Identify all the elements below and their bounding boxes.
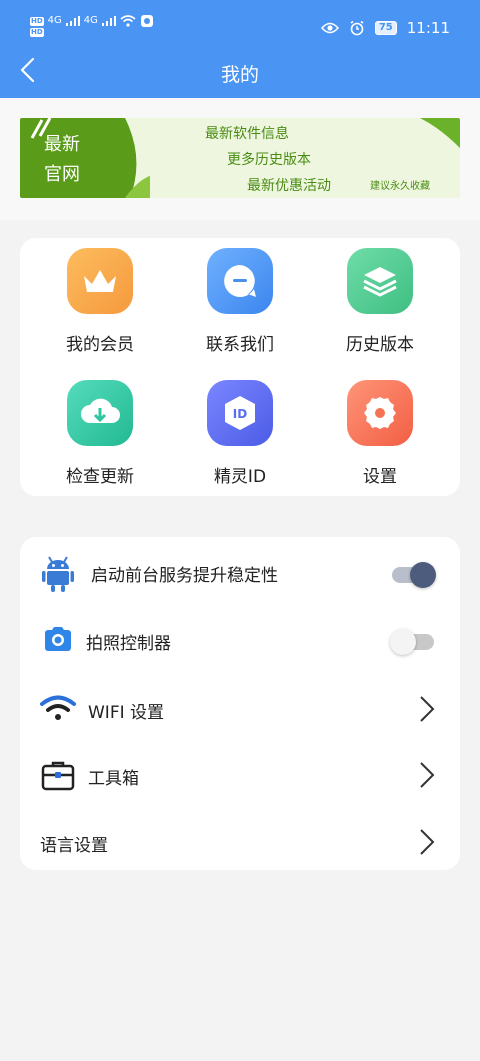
toolbox-label: 工具箱 bbox=[88, 769, 139, 789]
alarm-icon bbox=[350, 20, 364, 36]
gear-icon bbox=[347, 380, 413, 446]
banner-title: 最新 官网 bbox=[44, 130, 144, 190]
hd-badge: HD bbox=[30, 16, 44, 26]
language-settings-label: 语言设置 bbox=[40, 836, 108, 856]
signal-label-2: 4G bbox=[83, 15, 98, 26]
chevron-right-icon bbox=[420, 829, 435, 855]
android-icon bbox=[38, 553, 78, 593]
cloud-download-icon bbox=[67, 380, 133, 446]
foreground-service-row: 启动前台服务提升稳定性 bbox=[20, 539, 460, 605]
banner-line: 更多历史版本 bbox=[227, 152, 311, 168]
system-status: 75 11:11 bbox=[320, 19, 450, 37]
signal-label: 4G bbox=[47, 15, 62, 26]
toolbox-icon bbox=[38, 756, 78, 796]
grid-label: 精灵ID bbox=[213, 467, 267, 487]
page-title: 我的 bbox=[220, 64, 259, 86]
grid-item-spirit-id[interactable]: ID 精灵ID bbox=[170, 370, 310, 487]
signal-icon bbox=[65, 16, 80, 26]
toolbox-row[interactable]: 工具箱 bbox=[20, 742, 460, 808]
banner-title-line1: 最新 bbox=[44, 134, 80, 155]
grid-item-membership[interactable]: 我的会员 bbox=[30, 238, 170, 355]
camera-controller-toggle[interactable] bbox=[390, 629, 436, 655]
camera-controller-label: 拍照控制器 bbox=[86, 634, 171, 654]
app-header: HD 4G 4G HD 75 11:11 我的 bbox=[0, 0, 480, 98]
grid-item-settings[interactable]: 设置 bbox=[310, 370, 450, 487]
banner-line: 最新软件信息 bbox=[205, 126, 289, 142]
network-indicators: HD 4G 4G HD bbox=[30, 14, 154, 37]
eye-icon bbox=[320, 22, 339, 34]
status-time: 11:11 bbox=[406, 19, 450, 37]
language-settings-row[interactable]: 语言设置 bbox=[20, 808, 460, 874]
grid-item-history[interactable]: 历史版本 bbox=[310, 238, 450, 355]
grid-label: 设置 bbox=[363, 467, 397, 487]
wifi-settings-label: WIFI 设置 bbox=[88, 703, 165, 723]
banner-line: 最新优惠活动 bbox=[247, 178, 331, 194]
status-bar: HD 4G 4G HD 75 11:11 bbox=[0, 0, 480, 52]
battery-indicator: 75 bbox=[374, 21, 397, 35]
toggle-knob bbox=[390, 629, 416, 655]
banner-corner-graphic bbox=[420, 118, 460, 148]
website-banner[interactable]: 最新 官网 最新软件信息 更多历史版本 最新优惠活动 建议永久收藏 bbox=[20, 118, 460, 198]
camera-icon bbox=[38, 619, 78, 659]
crown-icon bbox=[67, 248, 133, 314]
settings-list: 启动前台服务提升稳定性 拍照控制器 WIFI 设置 工具箱 语言设置 bbox=[20, 537, 460, 870]
grid-label: 联系我们 bbox=[206, 335, 274, 355]
banner-section: 最新 官网 最新软件信息 更多历史版本 最新优惠活动 建议永久收藏 bbox=[0, 98, 480, 220]
signal-icon-2 bbox=[101, 16, 116, 26]
hd-badge-2: HD bbox=[30, 28, 44, 37]
id-badge-icon: ID bbox=[207, 380, 273, 446]
wifi-settings-row[interactable]: WIFI 设置 bbox=[20, 676, 460, 742]
banner-title-line2: 官网 bbox=[44, 164, 80, 185]
grid-label: 我的会员 bbox=[66, 335, 134, 355]
svg-text:ID: ID bbox=[233, 407, 247, 421]
banner-lines: 最新软件信息 更多历史版本 最新优惠活动 bbox=[205, 121, 331, 198]
grid-label: 检查更新 bbox=[66, 467, 134, 487]
grid-label: 历史版本 bbox=[346, 335, 414, 355]
chat-bubble-icon bbox=[207, 248, 273, 314]
layers-icon bbox=[347, 248, 413, 314]
toggle-knob bbox=[410, 562, 436, 588]
chevron-right-icon bbox=[420, 762, 435, 788]
wifi-icon bbox=[38, 688, 78, 728]
shield-status-icon bbox=[140, 15, 153, 27]
chevron-right-icon bbox=[420, 696, 435, 722]
grid-item-update[interactable]: 检查更新 bbox=[30, 370, 170, 487]
foreground-service-toggle[interactable] bbox=[392, 562, 436, 588]
foreground-service-label: 启动前台服务提升稳定性 bbox=[91, 566, 278, 586]
grid-item-contact[interactable]: 联系我们 bbox=[170, 238, 310, 355]
wifi-status-icon bbox=[120, 15, 136, 27]
camera-controller-row: 拍照控制器 bbox=[20, 607, 460, 673]
feature-grid: 我的会员 联系我们 历史版本 检查更新 ID 精灵ID 设置 bbox=[20, 238, 460, 496]
banner-note: 建议永久收藏 bbox=[370, 181, 430, 192]
